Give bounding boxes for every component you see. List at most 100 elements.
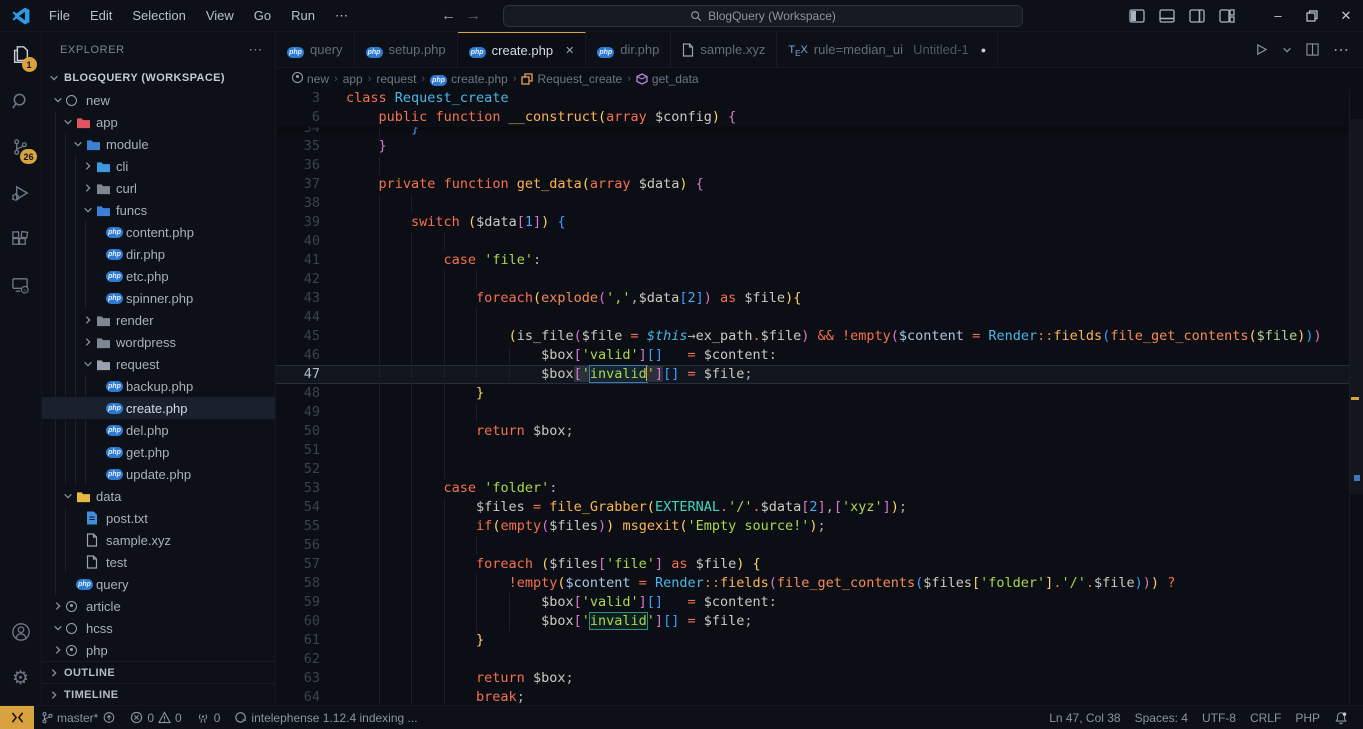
code-line-39[interactable]: 39 switch ($data[1]) {: [276, 213, 1363, 232]
menu-item-run[interactable]: Run: [282, 5, 324, 27]
tree-row-cli[interactable]: cli: [42, 155, 275, 177]
tree-row-dir.php[interactable]: phpdir.php: [42, 243, 275, 265]
tab-setup.php[interactable]: phpsetup.php: [355, 32, 458, 67]
code-line-47[interactable]: 47 $box['invalid'][] = $file;: [276, 365, 1363, 384]
breadcrumb-item-app[interactable]: app: [343, 72, 363, 86]
command-center-search[interactable]: BlogQuery (Workspace): [503, 5, 1023, 27]
code-line-53[interactable]: 53 case 'folder':: [276, 479, 1363, 498]
tab-query[interactable]: phpquery: [276, 32, 355, 67]
more-actions[interactable]: ⋯: [1333, 40, 1349, 60]
line-number[interactable]: 61: [276, 631, 320, 650]
tree-row-content.php[interactable]: phpcontent.php: [42, 221, 275, 243]
code-line-50[interactable]: 50 return $box;: [276, 422, 1363, 441]
line-number[interactable]: 59: [276, 593, 320, 612]
restore-button[interactable]: [1295, 0, 1329, 31]
code-line-59[interactable]: 59 $box['valid'][] = $content:: [276, 593, 1363, 612]
line-number[interactable]: 48: [276, 384, 320, 403]
close-window-button[interactable]: ✕: [1329, 0, 1363, 31]
menu-item-edit[interactable]: Edit: [81, 5, 121, 27]
line-number[interactable]: 55: [276, 517, 320, 536]
nav-forward-icon[interactable]: →: [466, 7, 481, 24]
tree-row-update.php[interactable]: phpupdate.php: [42, 463, 275, 485]
workspace-section-header[interactable]: BLOGQUERY (WORKSPACE): [42, 67, 275, 89]
code-line-45[interactable]: 45 (is_file($file = $this→ex_path.$file)…: [276, 327, 1363, 346]
tree-row-post.txt[interactable]: post.txt: [42, 507, 275, 529]
code-line-49[interactable]: 49: [276, 403, 1363, 422]
tab-create.php[interactable]: phpcreate.php✕: [458, 32, 587, 67]
tree-row-funcs[interactable]: funcs: [42, 199, 275, 221]
close-tab-icon[interactable]: ✕: [565, 44, 574, 57]
menu-item-go[interactable]: Go: [245, 5, 280, 27]
menu-item-file[interactable]: File: [40, 5, 79, 27]
line-number[interactable]: 64: [276, 688, 320, 705]
code-line-57[interactable]: 57 foreach ($files['file'] as $file) {: [276, 555, 1363, 574]
status-ports[interactable]: 0: [189, 706, 228, 729]
activity-explorer[interactable]: 1: [0, 32, 42, 78]
status-problems[interactable]: 00: [123, 706, 188, 729]
status-cursor-position[interactable]: Ln 47, Col 38: [1042, 706, 1127, 729]
activity-source-control[interactable]: 26: [0, 124, 42, 170]
line-number[interactable]: 51: [276, 441, 320, 460]
line-number[interactable]: 44: [276, 308, 320, 327]
code-editor[interactable]: 3class Request_create6 public function _…: [276, 89, 1363, 705]
code-line-34[interactable]: 34 }: [276, 127, 1363, 137]
code-line-42[interactable]: 42: [276, 270, 1363, 289]
minimize-button[interactable]: –: [1261, 0, 1295, 31]
split-editor[interactable]: [1306, 43, 1319, 56]
tree-row-article[interactable]: article: [42, 595, 275, 617]
tree-row-request[interactable]: request: [42, 353, 275, 375]
tree-row-data[interactable]: data: [42, 485, 275, 507]
tree-row-wordpress[interactable]: wordpress: [42, 331, 275, 353]
status-indentation[interactable]: Spaces: 4: [1128, 706, 1195, 729]
code-line-58[interactable]: 58 !empty($content = Render::fields(file…: [276, 574, 1363, 593]
tree-row-hcss[interactable]: hcss: [42, 617, 275, 639]
code-line-64[interactable]: 64 break;: [276, 688, 1363, 705]
code-line-6[interactable]: 6 public function __construct(array $con…: [276, 108, 1363, 127]
code-line-46[interactable]: 46 $box['valid'][] = $content:: [276, 346, 1363, 365]
activity-manage[interactable]: ⚙: [0, 655, 42, 701]
line-number[interactable]: 35: [276, 137, 320, 156]
activity-search[interactable]: [0, 78, 42, 124]
tree-row-new[interactable]: new: [42, 89, 275, 111]
panel-timeline[interactable]: TIMELINE: [42, 683, 275, 705]
code-line-3[interactable]: 3class Request_create: [276, 89, 1363, 108]
code-line-61[interactable]: 61 }: [276, 631, 1363, 650]
code-line-60[interactable]: 60 $box['invalid'][] = $file;: [276, 612, 1363, 631]
code-line-54[interactable]: 54 $files = file_Grabber(EXTERNAL.'/'.$d…: [276, 498, 1363, 517]
tab-dir.php[interactable]: phpdir.php: [586, 32, 671, 67]
activity-accounts[interactable]: [0, 609, 42, 655]
code-line-56[interactable]: 56: [276, 536, 1363, 555]
code-line-63[interactable]: 63 return $box;: [276, 669, 1363, 688]
toggle-secondary-sidebar-icon[interactable]: [1189, 9, 1205, 23]
breadcrumb-item-request[interactable]: request: [376, 72, 416, 86]
code-line-51[interactable]: 51: [276, 441, 1363, 460]
code-line-52[interactable]: 52: [276, 460, 1363, 479]
activity-run-and-debug[interactable]: [0, 170, 42, 216]
toggle-sidebar-icon[interactable]: [1129, 9, 1145, 23]
breadcrumb-item-create.php[interactable]: phpcreate.php: [430, 71, 508, 86]
line-number[interactable]: 34: [276, 127, 320, 137]
explorer-more-icon[interactable]: ⋯: [248, 41, 263, 58]
breadcrumb-item-Request-create[interactable]: Request_create: [521, 72, 622, 86]
line-number[interactable]: 60: [276, 612, 320, 631]
tree-row-app[interactable]: app: [42, 111, 275, 133]
code-line-62[interactable]: 62: [276, 650, 1363, 669]
line-number[interactable]: 62: [276, 650, 320, 669]
line-number[interactable]: 41: [276, 251, 320, 270]
code-line-36[interactable]: 36: [276, 156, 1363, 175]
tree-row-etc.php[interactable]: phpetc.php: [42, 265, 275, 287]
tree-row-spinner.php[interactable]: phpspinner.php: [42, 287, 275, 309]
nav-back-icon[interactable]: ←: [441, 7, 456, 24]
tree-row-query[interactable]: phpquery: [42, 573, 275, 595]
code-line-40[interactable]: 40: [276, 232, 1363, 251]
tree-row-backup.php[interactable]: phpbackup.php: [42, 375, 275, 397]
menu-item-selection[interactable]: Selection: [123, 5, 194, 27]
line-number[interactable]: 63: [276, 669, 320, 688]
line-number[interactable]: 52: [276, 460, 320, 479]
tree-row-create.php[interactable]: phpcreate.php: [42, 397, 275, 419]
line-number[interactable]: 50: [276, 422, 320, 441]
tab-rule-median-ui[interactable]: TEXrule=median_uiUntitled-1●: [777, 32, 998, 67]
customize-layout-icon[interactable]: [1219, 9, 1235, 23]
menu-item-view[interactable]: View: [197, 5, 243, 27]
line-number[interactable]: 46: [276, 346, 320, 365]
